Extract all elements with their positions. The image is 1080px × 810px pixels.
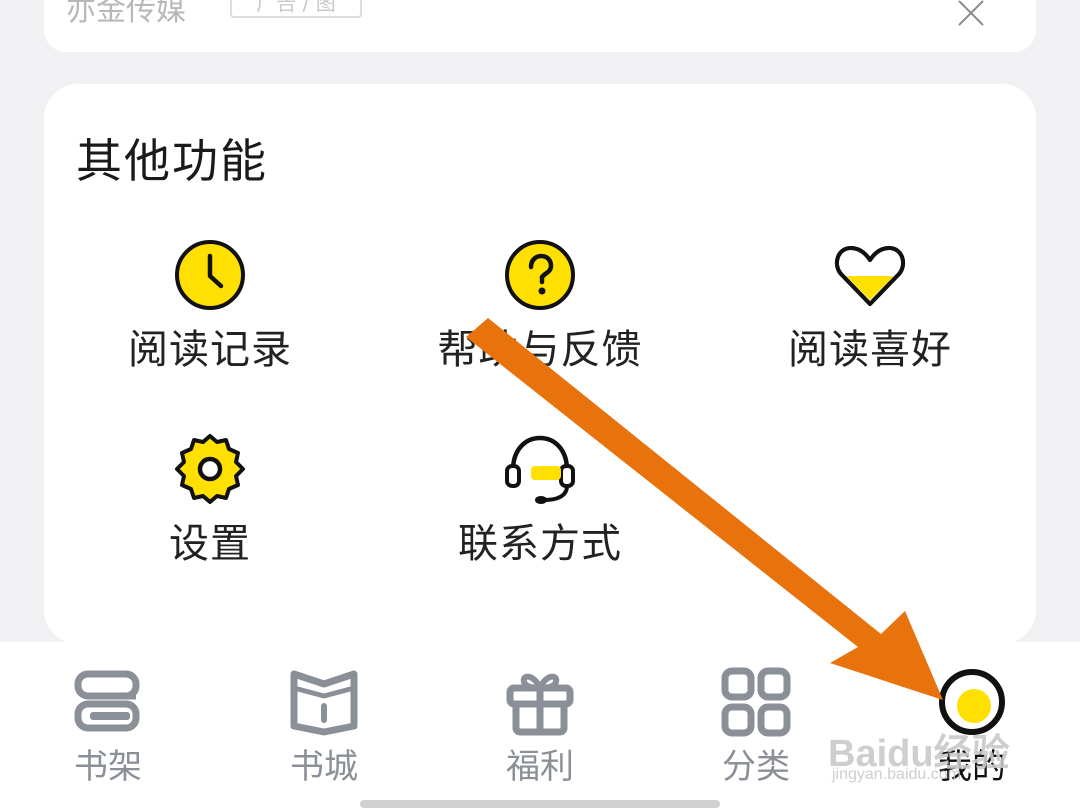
heart-icon: [834, 246, 906, 306]
close-icon[interactable]: [956, 0, 986, 28]
tab-label: 书架: [74, 747, 142, 787]
tab-welfare[interactable]: 福利: [450, 642, 630, 810]
watermark-url: jingyan.baidu.com: [832, 766, 961, 783]
clock-icon: [175, 240, 245, 310]
feature-settings[interactable]: 设置: [60, 430, 360, 600]
tab-label: 分类: [722, 747, 790, 787]
help-icon: [505, 240, 575, 310]
section-title: 其他功能: [76, 134, 268, 188]
tab-label: 福利: [506, 747, 574, 787]
feature-label: 设置: [169, 521, 251, 567]
watermark: Baidu经验 jingyan.baidu.com: [828, 722, 1068, 783]
bookshelf-icon: [74, 670, 140, 732]
feature-reading-preferences[interactable]: 阅读喜好: [720, 236, 1020, 406]
gear-icon: [175, 434, 245, 504]
other-features-card: 其他功能 阅读记录 帮助与反馈 阅读喜好 设置 联系方式: [44, 84, 1036, 644]
ad-brand: 亦金传媒: [66, 0, 186, 28]
feature-label: 联系方式: [458, 521, 622, 567]
feature-label: 阅读记录: [128, 327, 292, 373]
home-indicator: [360, 800, 720, 808]
feature-reading-history[interactable]: 阅读记录: [60, 236, 360, 406]
headset-icon: [505, 435, 575, 504]
tab-bookstore[interactable]: 书城: [234, 642, 414, 810]
feature-help-feedback[interactable]: 帮助与反馈: [390, 236, 690, 406]
feature-label: 帮助与反馈: [437, 327, 643, 373]
feature-label: 阅读喜好: [788, 327, 952, 373]
feature-contact[interactable]: 联系方式: [390, 430, 690, 600]
grid-icon: [721, 667, 791, 737]
gift-icon: [506, 673, 574, 736]
tab-label: 书城: [290, 747, 358, 787]
tab-bookshelf[interactable]: 书架: [18, 642, 198, 810]
tab-categories[interactable]: 分类: [666, 642, 846, 810]
ad-tag: 广告 / 图: [230, 0, 362, 18]
ad-banner[interactable]: 亦金传媒 广告 / 图: [44, 0, 1036, 52]
bookstore-icon: [290, 670, 358, 736]
